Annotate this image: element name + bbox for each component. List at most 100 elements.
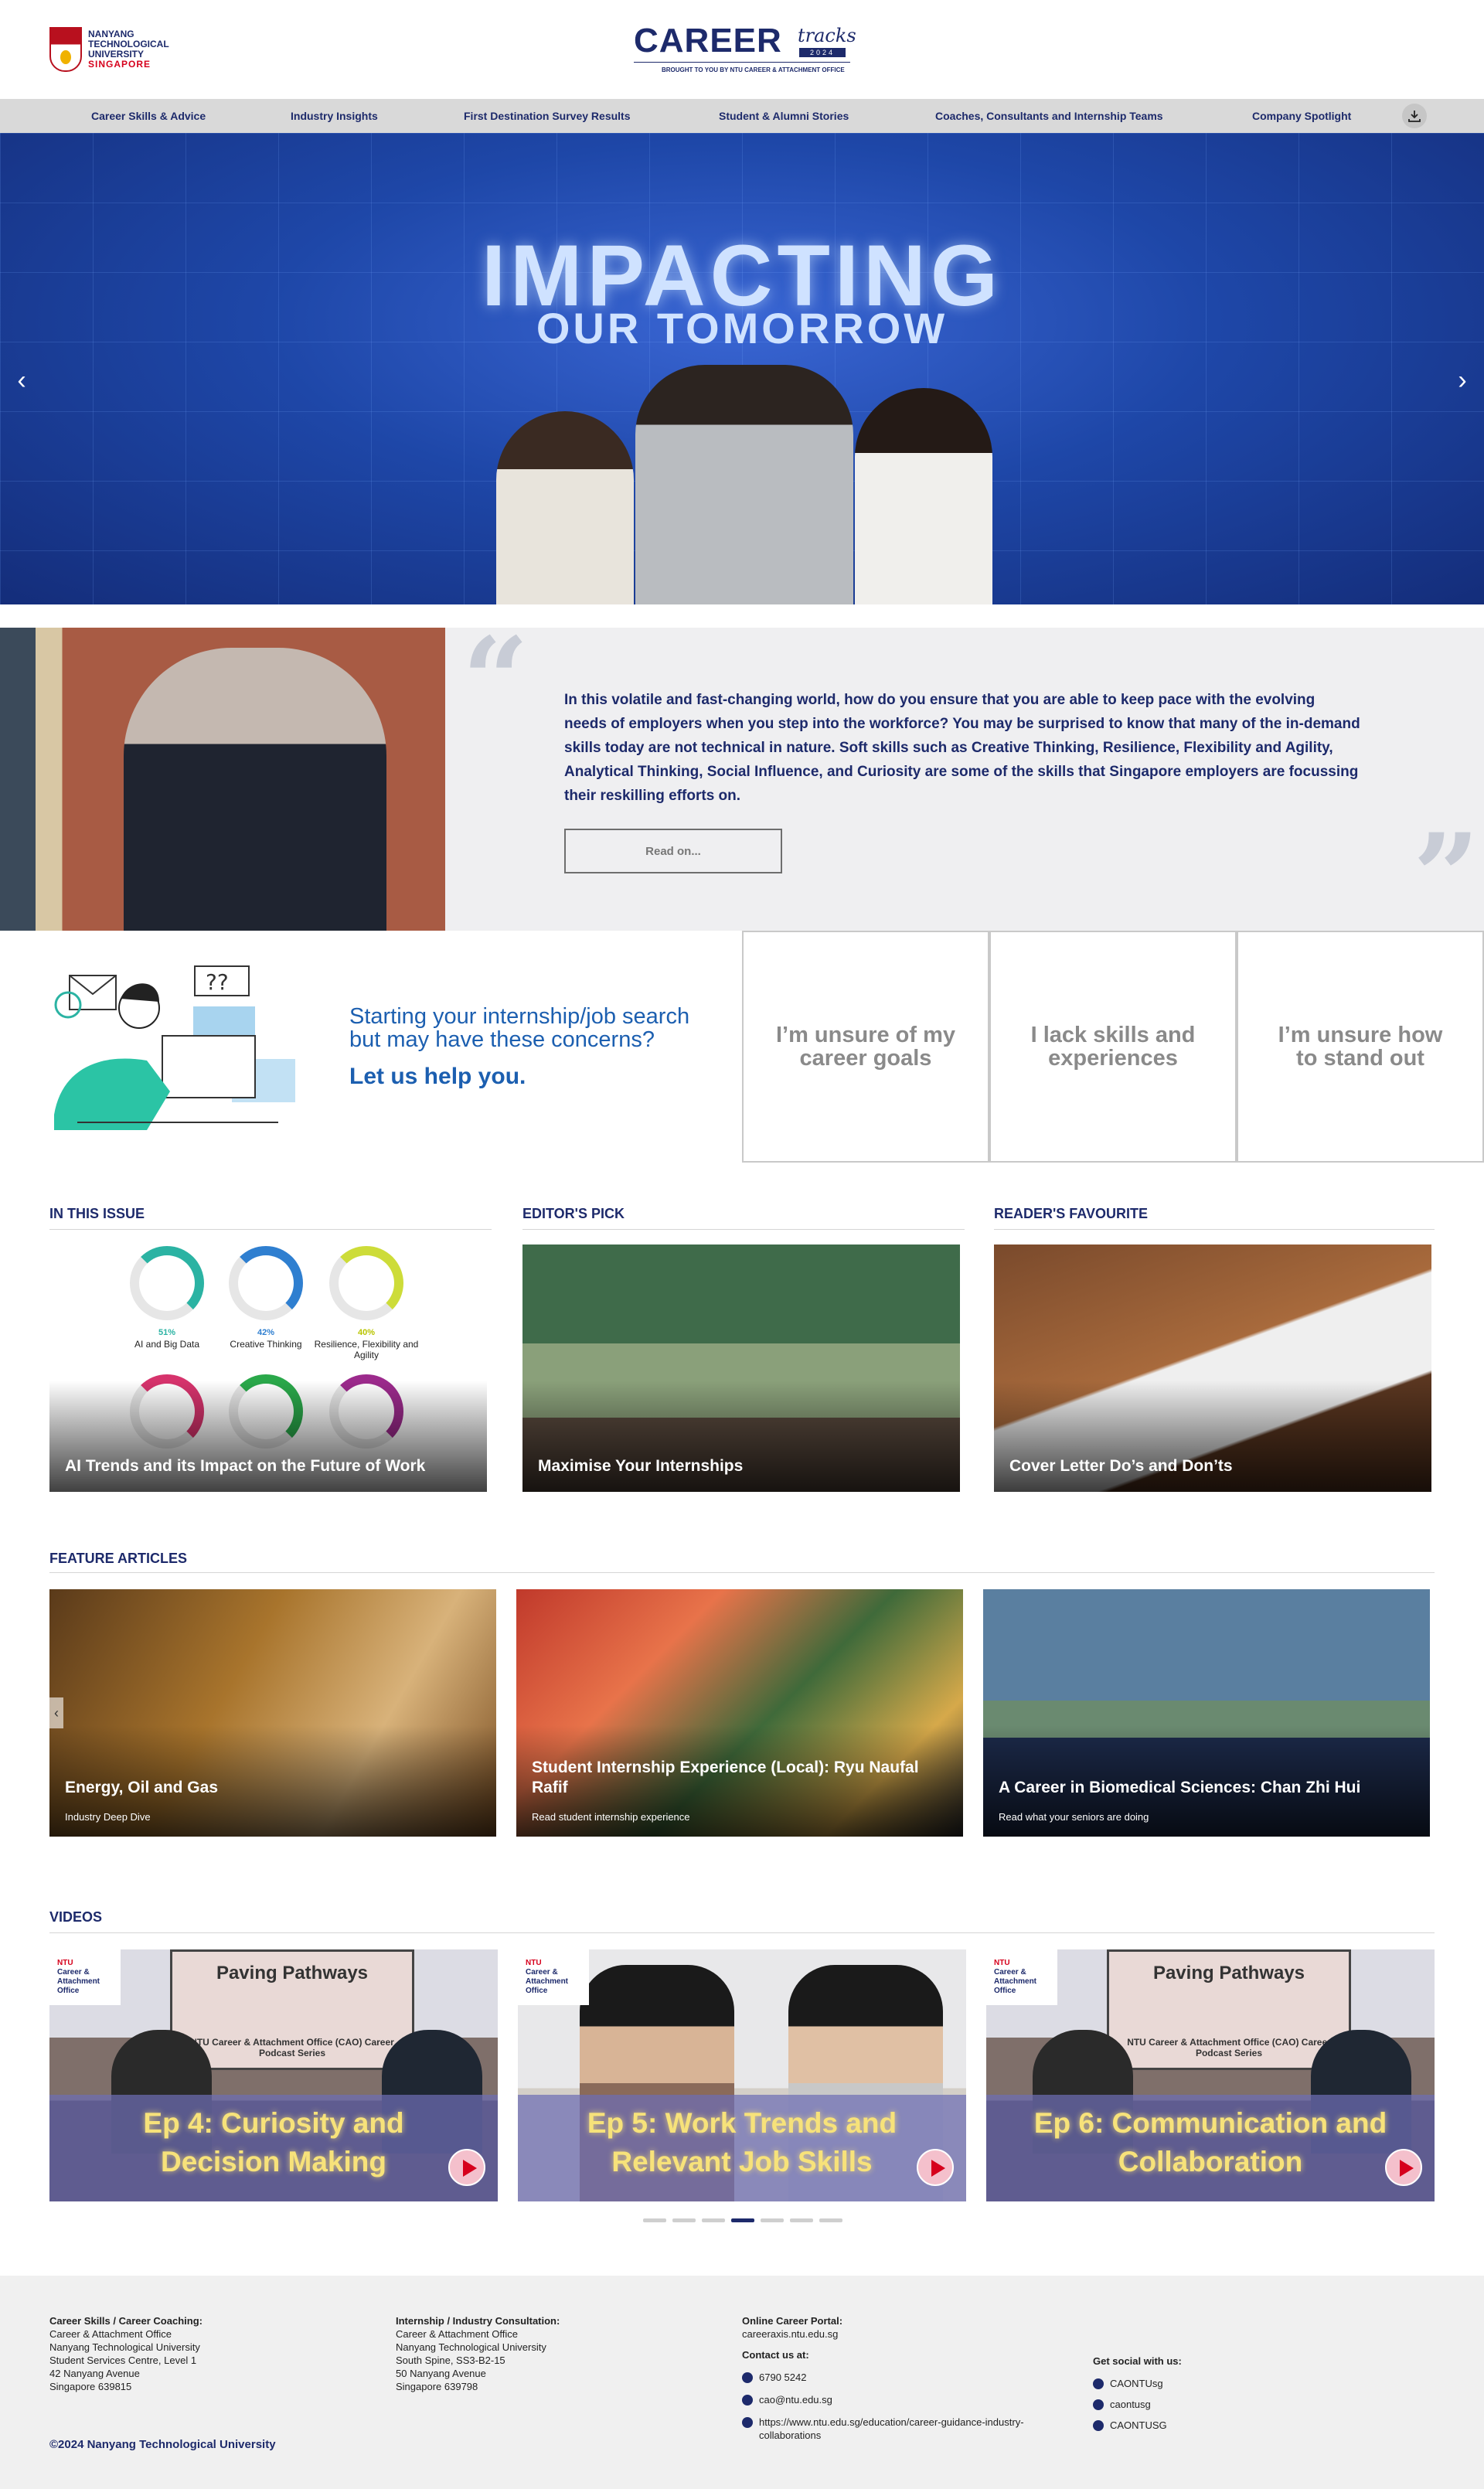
feature-card-internship[interactable]: Student Internship Experience (Local): R… — [516, 1589, 963, 1837]
feature-card-biomedical[interactable]: A Career in Biomedical Sciences: Chan Zh… — [983, 1589, 1430, 1837]
podcast-subtitle: NTU Career & Attachment Office (CAO) Car… — [190, 2037, 394, 2058]
ntu-logo[interactable]: NANYANG TECHNOLOGICAL UNIVERSITY SINGAPO… — [49, 25, 181, 74]
website-row: https://www.ntu.edu.sg/education/career-… — [742, 2416, 1036, 2442]
cao-line: Office — [526, 1987, 548, 1995]
carousel-dot[interactable] — [731, 2218, 754, 2222]
card-title: A Career in Biomedical Sciences: Chan Zh… — [999, 1779, 1361, 1796]
card-title: AI Trends and its Impact on the Future o… — [65, 1457, 426, 1475]
footer-heading: Online Career Portal: — [742, 2315, 843, 2327]
play-icon[interactable] — [448, 2149, 485, 2186]
nav-career-skills[interactable]: Career Skills & Advice — [91, 99, 206, 133]
footer-heading: Contact us at: — [742, 2349, 809, 2361]
logo-rule — [634, 62, 850, 63]
copyright: ©2024 Nanyang Technological University — [49, 2438, 276, 2451]
video-card-ep6[interactable]: Paving Pathways NTU Career & Attachment … — [986, 1949, 1435, 2201]
ring-label: AI and Big Data — [134, 1339, 200, 1350]
nav-company-spotlight[interactable]: Company Spotlight — [1252, 99, 1351, 133]
career-word: CAREER — [634, 22, 782, 60]
ring-chart-resilience — [329, 1246, 403, 1320]
nav-industry-insights[interactable]: Industry Insights — [291, 99, 378, 133]
play-icon[interactable] — [917, 2149, 954, 2186]
nav-coaches[interactable]: Coaches, Consultants and Internship Team… — [935, 99, 1163, 133]
feature-prev-icon[interactable]: ‹ — [49, 1697, 63, 1728]
podcast-board: Paving Pathways NTU Career & Attachment … — [170, 1949, 414, 2070]
video-title: Ep 4: Curiosity and Decision Making — [143, 2107, 404, 2177]
website-link[interactable]: https://www.ntu.edu.sg/education/career-… — [759, 2416, 1036, 2442]
hero-person-center — [635, 365, 853, 604]
read-on-button[interactable]: Read on... — [564, 829, 782, 873]
instagram-link[interactable]: caontusg — [1110, 2398, 1151, 2411]
footer-heading: Career Skills / Career Coaching: — [49, 2315, 203, 2327]
feature-card-energy[interactable]: Energy, Oil and Gas Industry Deep Dive ‹ — [49, 1589, 496, 1837]
footer-heading: Get social with us: — [1093, 2355, 1182, 2367]
concerns-section: ?? Starting your internship/job search b… — [0, 931, 1484, 1163]
card-subtitle: Read student internship experience — [532, 1811, 690, 1823]
carousel-dot[interactable] — [819, 2218, 842, 2222]
hero-subtitle: OUR TOMORROW — [536, 304, 948, 352]
youtube-link[interactable]: CAONTUSG — [1110, 2419, 1167, 2432]
video-title: Ep 6: Communication and Collaboration — [1033, 2107, 1387, 2177]
portal-link[interactable]: careeraxis.ntu.edu.sg — [742, 2327, 1051, 2341]
concern-lack-skills[interactable]: I lack skills and experiences — [989, 931, 1237, 1163]
card-title: Student Internship Experience (Local): R… — [532, 1759, 919, 1796]
footer-col-internship: Internship / Industry Consultation: Care… — [396, 2314, 705, 2393]
phone-number[interactable]: 6790 5242 — [759, 2371, 806, 2384]
cao-line: Attachment — [57, 1977, 100, 1986]
phone-icon — [742, 2372, 753, 2383]
svg-text:??: ?? — [206, 969, 229, 995]
download-icon[interactable] — [1402, 104, 1427, 128]
carousel-dot[interactable] — [790, 2218, 813, 2222]
ring-chart-creative — [229, 1246, 303, 1320]
facebook-icon — [1093, 2378, 1104, 2389]
logo-tagline: BROUGHT TO YOU BY NTU CAREER & ATTACHMEN… — [662, 66, 845, 73]
ring-pct: 42% — [257, 1328, 275, 1337]
hero-person-right — [855, 388, 992, 604]
section-rule — [994, 1229, 1435, 1230]
carousel-next-icon[interactable]: › — [1447, 365, 1478, 396]
cao-ntu: NTU — [57, 1959, 73, 1967]
footer-col-social: Get social with us: CAONTUsg caontusg CA… — [1093, 2355, 1325, 2432]
carousel-dot[interactable] — [672, 2218, 696, 2222]
footer-line: 42 Nanyang Avenue — [49, 2368, 140, 2379]
ntu-line: SINGAPORE — [88, 59, 151, 70]
video-card-ep5[interactable]: NTU Career & Attachment Office Ep 5: Wor… — [518, 1949, 966, 2201]
president-quote-section: “ In this volatile and fast-changing wor… — [0, 612, 1484, 945]
card-title: Maximise Your Internships — [538, 1457, 744, 1475]
career-tracks-logo[interactable]: CAREER tracks 2024 BROUGHT TO YOU BY NTU… — [634, 22, 856, 76]
editors-pick-card[interactable]: Maximise Your Internships — [522, 1244, 960, 1492]
facebook-link[interactable]: CAONTUsg — [1110, 2377, 1163, 2390]
email-link[interactable]: cao@ntu.edu.sg — [759, 2393, 832, 2406]
in-this-issue-heading: IN THIS ISSUE — [49, 1206, 145, 1221]
cao-line: Attachment — [526, 1977, 569, 1986]
footer-col-coaching: Career Skills / Career Coaching: Career … — [49, 2314, 359, 2393]
carousel-prev-icon[interactable]: ‹ — [6, 365, 37, 396]
cao-ntu: NTU — [994, 1959, 1010, 1967]
ring-label: Creative Thinking — [230, 1339, 302, 1350]
play-icon[interactable] — [1385, 2149, 1422, 2186]
nav-first-destination[interactable]: First Destination Survey Results — [464, 99, 631, 133]
footer-line: 50 Nanyang Avenue — [396, 2368, 486, 2379]
issue-card[interactable]: 51% 42% 40% AI and Big Data Creative Thi… — [49, 1244, 487, 1492]
cao-logo: NTU Career & Attachment Office — [518, 1949, 589, 2005]
ntu-crest-icon — [49, 27, 82, 72]
youtube-icon — [1093, 2420, 1104, 2431]
nav-student-alumni[interactable]: Student & Alumni Stories — [719, 99, 849, 133]
readers-favourite-card[interactable]: Cover Letter Do’s and Don’ts — [994, 1244, 1431, 1492]
cao-line: Office — [994, 1987, 1016, 1995]
phone-row: 6790 5242 — [742, 2371, 1051, 2384]
video-card-ep4[interactable]: Paving Pathways NTU Career & Attachment … — [49, 1949, 498, 2201]
tracks-word: tracks — [798, 25, 856, 46]
footer-line: Student Services Centre, Level 1 — [49, 2355, 197, 2366]
concern-stand-out[interactable]: I’m unsure how to stand out — [1237, 931, 1484, 1163]
concern-career-goals[interactable]: I’m unsure of my career goals — [742, 931, 989, 1163]
podcast-title: Paving Pathways — [216, 1963, 369, 1983]
section-rule — [522, 1229, 965, 1230]
podcast-title: Paving Pathways — [1152, 1963, 1305, 1983]
quote-text: In this volatile and fast-changing world… — [564, 692, 1360, 804]
carousel-dot[interactable] — [643, 2218, 666, 2222]
carousel-dot[interactable] — [702, 2218, 725, 2222]
feature-articles-heading: FEATURE ARTICLES — [49, 1551, 187, 1566]
cao-line: Career & — [994, 1968, 1026, 1977]
instagram-icon — [1093, 2399, 1104, 2410]
carousel-dot[interactable] — [761, 2218, 784, 2222]
